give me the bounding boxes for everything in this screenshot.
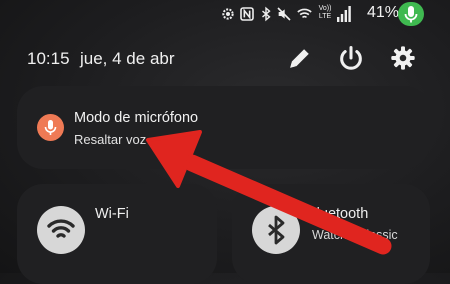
- volte-icon: Vo)) LTE: [318, 5, 332, 20]
- mic-mode-title: Modo de micrófono: [74, 110, 199, 126]
- pencil-icon: [290, 49, 309, 68]
- battery-percent: 41%: [367, 4, 400, 21]
- signal-icon: [337, 6, 351, 22]
- wifi-toggle[interactable]: [37, 206, 85, 254]
- wifi-label: Wi-Fi: [95, 206, 129, 222]
- microphone-icon: [44, 120, 57, 135]
- bluetooth-icon: [268, 215, 285, 245]
- bluetooth-label: Bluetooth: [307, 206, 369, 222]
- mic-in-use-indicator[interactable]: [398, 2, 424, 26]
- status-bar: Vo)) LTE 41%: [0, 0, 450, 30]
- bluetooth-connected-device: Watch6 Classic: [312, 228, 398, 242]
- nfc-icon: [240, 7, 254, 21]
- wifi-status-icon: [297, 8, 312, 19]
- mute-icon: [277, 7, 291, 21]
- bluetooth-tile[interactable]: Bluetooth Watch6 Classic: [232, 184, 430, 284]
- power-icon: [340, 45, 362, 70]
- power-button[interactable]: [337, 44, 365, 72]
- settings-button[interactable]: [389, 44, 417, 72]
- mic-mode-icon-badge: [37, 114, 64, 141]
- clock-date: jue, 4 de abr: [80, 49, 175, 68]
- wifi-tile[interactable]: Wi-Fi: [17, 184, 217, 284]
- quick-panel-header: 10:15 jue, 4 de abr: [0, 40, 450, 76]
- settings-gear-status-icon: [222, 8, 234, 20]
- bluetooth-status-icon: [262, 6, 271, 22]
- mic-mode-subtitle: Resaltar voz: [74, 132, 147, 147]
- bluetooth-toggle[interactable]: [252, 206, 300, 254]
- microphone-icon: [404, 6, 418, 23]
- settings-icon: [391, 46, 415, 70]
- clock-time: 10:15: [27, 49, 70, 68]
- wifi-icon: [47, 219, 75, 238]
- mic-mode-card[interactable]: Modo de micrófono Resaltar voz: [17, 86, 430, 169]
- edit-button[interactable]: [286, 44, 314, 72]
